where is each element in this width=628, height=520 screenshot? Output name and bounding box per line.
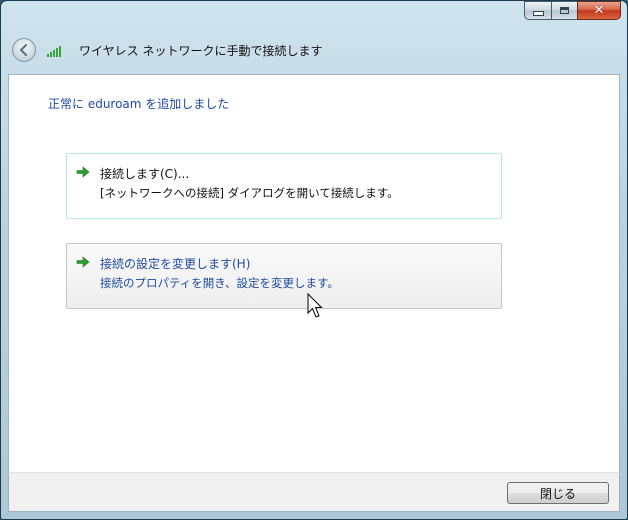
- minimize-icon: [532, 11, 544, 16]
- wizard-header: ワイヤレス ネットワークに手動で接続します: [1, 33, 627, 69]
- back-button[interactable]: [12, 38, 36, 62]
- window-title: ワイヤレス ネットワークに手動で接続します: [79, 44, 323, 58]
- maximize-icon: [560, 7, 569, 14]
- back-arrow-icon: [19, 43, 28, 57]
- wireless-signal-icon: [47, 43, 63, 57]
- close-icon: ✕: [593, 3, 605, 18]
- close-window-button[interactable]: ✕: [577, 1, 621, 20]
- connect-command-link[interactable]: 接続します(C)... [ネットワークへの接続] ダイアログを開いて接続します。: [66, 153, 502, 219]
- green-arrow-icon: [76, 166, 90, 178]
- connect-command-title: 接続します(C)...: [100, 167, 190, 181]
- caption-buttons: ✕: [524, 1, 621, 21]
- wizard-content: 正常に eduroam を追加しました 接続します(C)... [ネットワークへ…: [8, 74, 620, 472]
- change-settings-command-link[interactable]: 接続の設定を変更します(H) 接続のプロパティを開き、設定を変更します。: [66, 243, 502, 309]
- mouse-cursor-icon: [307, 293, 323, 318]
- wizard-window: ✕ ワイヤレス ネットワークに手動で接続します 正常に eduroam を追加し…: [0, 0, 628, 520]
- success-message: 正常に eduroam を追加しました: [48, 97, 230, 111]
- minimize-button[interactable]: [524, 1, 551, 20]
- connect-command-description: [ネットワークへの接続] ダイアログを開いて接続します。: [100, 186, 399, 200]
- change-settings-command-title: 接続の設定を変更します(H): [100, 257, 251, 271]
- change-settings-command-description: 接続のプロパティを開き、設定を変更します。: [100, 276, 339, 290]
- wizard-footer: 閉じる: [8, 472, 620, 512]
- green-arrow-icon: [76, 256, 90, 268]
- close-button[interactable]: 閉じる: [507, 482, 609, 504]
- maximize-button[interactable]: [551, 1, 577, 20]
